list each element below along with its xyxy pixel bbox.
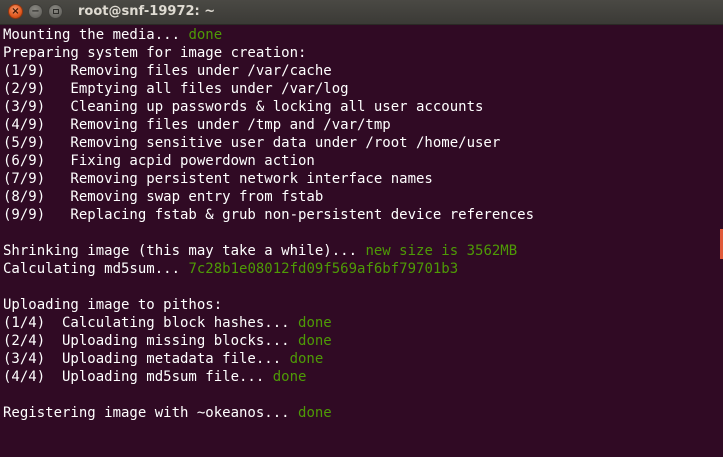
terminal-line-text: Shrinking image (this may take a while).… xyxy=(3,243,366,259)
terminal-line: (3/4) Uploading metadata file... done xyxy=(3,350,715,368)
terminal-output[interactable]: Mounting the media... done Preparing syst… xyxy=(3,26,715,457)
terminal-line-text: Preparing system for image creation: xyxy=(3,45,307,61)
terminal-line-status: done xyxy=(298,405,332,421)
terminal-line: Preparing system for image creation: xyxy=(3,44,715,62)
close-icon: × xyxy=(11,5,20,17)
terminal-line: (4/9) Removing files under /tmp and /var… xyxy=(3,116,715,134)
terminal-line: (2/4) Uploading missing blocks... done xyxy=(3,332,715,350)
terminal-line-text: (5/9) Removing sensitive user data under… xyxy=(3,135,501,151)
terminal-line-status: 7c28b1e08012fd09f569af6bf79701b3 xyxy=(188,261,459,277)
terminal-line-text: (4/9) Removing files under /tmp and /var… xyxy=(3,117,391,133)
terminal-line-text: Registering image with ~okeanos... xyxy=(3,405,299,421)
terminal-line: (7/9) Removing persistent network interf… xyxy=(3,170,715,188)
terminal-line: Uploading image to pithos: xyxy=(3,296,715,314)
terminal-line-text: (2/4) Uploading missing blocks... xyxy=(3,333,299,349)
terminal-line: (2/9) Emptying all files under /var/log xyxy=(3,80,715,98)
terminal-line-text: (2/9) Emptying all files under /var/log xyxy=(3,81,349,97)
terminal-line: (6/9) Fixing acpid powerdown action xyxy=(3,152,715,170)
terminal-line-text: (1/9) Removing files under /var/cache xyxy=(3,63,332,79)
terminal-line-text: (6/9) Fixing acpid powerdown action xyxy=(3,153,315,169)
terminal-line-status: new size is 3562MB xyxy=(365,243,518,259)
maximize-button[interactable] xyxy=(48,4,63,19)
terminal-line-text: (4/4) Uploading md5sum file... xyxy=(3,369,273,385)
minimize-button[interactable]: − xyxy=(28,4,43,19)
window-title: root@snf-19972: ~ xyxy=(78,4,216,19)
terminal-line: (3/9) Cleaning up passwords & locking al… xyxy=(3,98,715,116)
terminal-line: Calculating md5sum... 7c28b1e08012fd09f5… xyxy=(3,260,715,278)
terminal-line-text: (7/9) Removing persistent network interf… xyxy=(3,171,433,187)
terminal-line-text: Calculating md5sum... xyxy=(3,261,189,277)
terminal-line: Shrinking image (this may take a while).… xyxy=(3,242,715,260)
terminal-line-text: (3/9) Cleaning up passwords & locking al… xyxy=(3,99,484,115)
terminal-line: (8/9) Removing swap entry from fstab xyxy=(3,188,715,206)
terminal-line: (1/9) Removing files under /var/cache xyxy=(3,62,715,80)
terminal-line-text: (1/4) Calculating block hashes... xyxy=(3,315,299,331)
terminal-line-status: done xyxy=(298,333,332,349)
terminal-line: (4/4) Uploading md5sum file... done xyxy=(3,368,715,386)
terminal-line-text: (3/4) Uploading metadata file... xyxy=(3,351,290,367)
close-button[interactable]: × xyxy=(8,4,23,19)
terminal-line: (9/9) Replacing fstab & grub non-persist… xyxy=(3,206,715,224)
terminal-line: (1/4) Calculating block hashes... done xyxy=(3,314,715,332)
terminal-line: (5/9) Removing sensitive user data under… xyxy=(3,134,715,152)
maximize-icon xyxy=(52,9,59,14)
terminal-line-text: Uploading image to pithos: xyxy=(3,297,223,313)
minimize-icon: − xyxy=(31,5,40,17)
terminal-line-text: Mounting the media... xyxy=(3,27,189,43)
terminal-line-status: done xyxy=(298,315,332,331)
terminal-window: × − root@snf-19972: ~ Mounting the media… xyxy=(0,0,723,457)
terminal-line-status: done xyxy=(289,351,324,367)
terminal-line-text: (8/9) Removing swap entry from fstab xyxy=(3,189,324,205)
terminal-line: Mounting the media... done xyxy=(3,26,715,44)
title-bar[interactable]: × − root@snf-19972: ~ xyxy=(0,0,723,25)
terminal-line-text: (9/9) Replacing fstab & grub non-persist… xyxy=(3,207,535,223)
terminal-line-status: done xyxy=(188,27,223,43)
terminal-line-status: done xyxy=(272,369,307,385)
terminal-line: Registering image with ~okeanos... done xyxy=(3,404,715,422)
